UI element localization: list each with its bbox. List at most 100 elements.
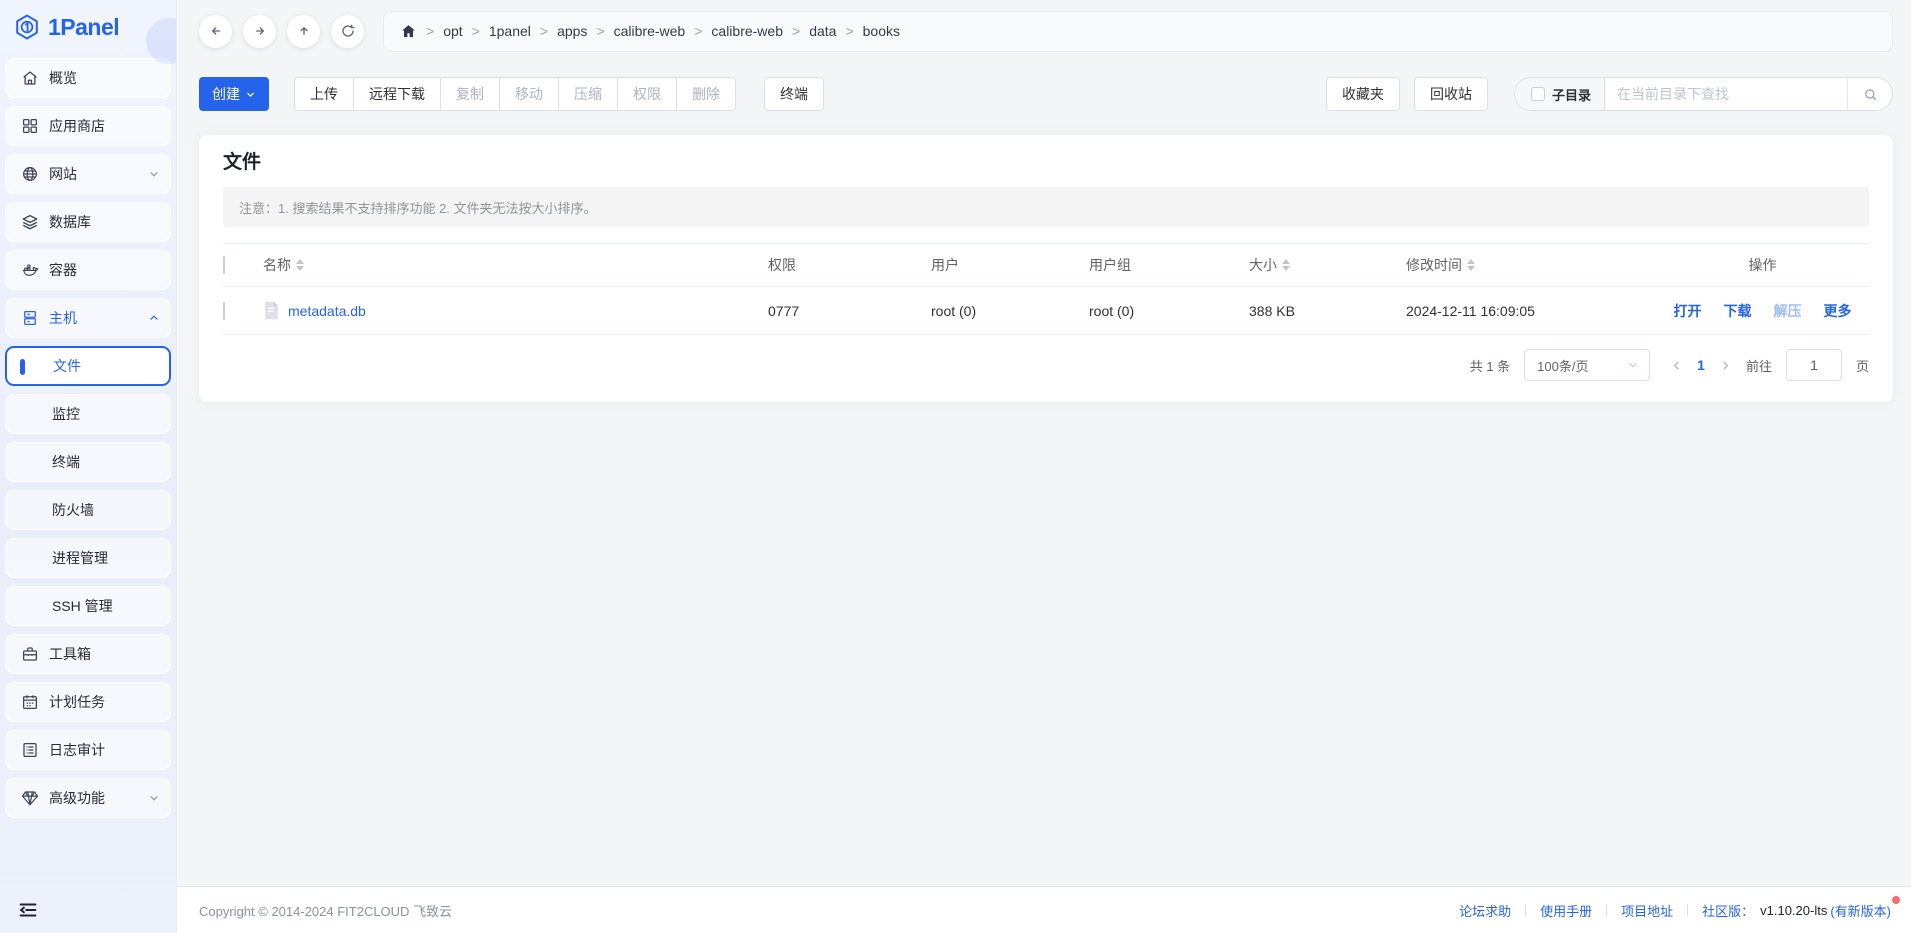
sidebar-item-toolbox[interactable]: 工具箱	[5, 634, 171, 674]
sidebar-item-database[interactable]: 数据库	[5, 202, 171, 242]
sidebar-subitem-ssh[interactable]: SSH 管理	[5, 586, 171, 626]
upload-button[interactable]: 上传	[294, 77, 354, 111]
sidebar-item-overview[interactable]: 概览	[5, 58, 171, 98]
forward-button[interactable]	[243, 15, 276, 48]
footer: Copyright © 2014-2024 FIT2CLOUD 飞致云 论坛求助…	[177, 886, 1911, 933]
permission-button: 权限	[617, 77, 677, 111]
subdirectory-checkbox[interactable]	[1531, 87, 1545, 101]
file-name-link[interactable]: metadata.db	[288, 303, 366, 319]
sidebar-subitem-terminal[interactable]: 终端	[5, 442, 171, 482]
open-action[interactable]: 打开	[1674, 301, 1702, 321]
chevron-left-icon	[1670, 359, 1683, 372]
file-group: root (0)	[1089, 303, 1249, 319]
row-actions: 打开 下载 解压 更多	[1656, 301, 1869, 321]
page-number-current[interactable]: 1	[1697, 357, 1705, 373]
project-link[interactable]: 项目地址	[1621, 901, 1673, 920]
move-button: 移动	[499, 77, 559, 111]
layers-icon	[21, 213, 39, 231]
sidebar-subitem-firewall[interactable]: 防火墙	[5, 490, 171, 530]
search-button[interactable]	[1847, 78, 1892, 110]
breadcrumb-segment[interactable]: opt	[443, 23, 462, 39]
sidebar-collapse-button[interactable]	[0, 887, 176, 933]
sidebar-subitem-monitor[interactable]: 监控	[5, 394, 171, 434]
breadcrumb-separator: >	[792, 23, 800, 39]
sidebar-item-logs[interactable]: 日志审计	[5, 730, 171, 770]
collapse-menu-icon	[17, 899, 39, 921]
new-version-link[interactable]: (有新版本)	[1830, 901, 1891, 920]
sort-by-name[interactable]: 名称	[263, 255, 304, 275]
file-icon	[263, 301, 280, 320]
sort-carets-icon	[296, 259, 304, 271]
breadcrumb-separator: >	[694, 23, 702, 39]
sidebar-item-cronjob[interactable]: 计划任务	[5, 682, 171, 722]
remote-download-button[interactable]: 远程下载	[353, 77, 441, 111]
page-size-value: 100条/页	[1537, 356, 1588, 375]
home-icon	[21, 69, 39, 87]
download-action[interactable]: 下载	[1724, 301, 1752, 321]
globe-icon	[21, 165, 39, 183]
recycle-bin-button[interactable]: 回收站	[1414, 77, 1488, 111]
up-directory-button[interactable]	[287, 15, 320, 48]
breadcrumb-segment[interactable]: apps	[557, 23, 587, 39]
row-checkbox[interactable]	[223, 302, 225, 320]
subdirectory-toggle[interactable]: 子目录	[1515, 78, 1605, 110]
sidebar-item-advanced[interactable]: 高级功能	[5, 778, 171, 818]
breadcrumb-segment[interactable]: data	[809, 23, 836, 39]
goto-label: 前往	[1746, 356, 1772, 375]
sidebar-item-label: 防火墙	[52, 500, 94, 520]
app-store-icon	[21, 117, 39, 135]
edition-label[interactable]: 社区版：	[1702, 901, 1754, 920]
divider	[1525, 904, 1526, 916]
terminal-button[interactable]: 终端	[764, 77, 824, 111]
goto-page-input[interactable]	[1786, 349, 1842, 381]
sidebar-item-app-store[interactable]: 应用商店	[5, 106, 171, 146]
server-icon	[21, 309, 39, 327]
prev-page-button	[1670, 359, 1683, 372]
sidebar-subitem-files[interactable]: 文件	[5, 346, 171, 386]
home-icon[interactable]	[400, 23, 417, 40]
file-modified-time: 2024-12-11 16:09:05	[1406, 303, 1656, 319]
chevron-down-icon	[148, 792, 160, 804]
sidebar-item-website[interactable]: 网站	[5, 154, 171, 194]
subdirectory-label: 子目录	[1552, 85, 1591, 104]
breadcrumb-segment[interactable]: 1panel	[489, 23, 531, 39]
refresh-icon	[340, 23, 356, 39]
toolbox-icon	[21, 645, 39, 663]
manual-link[interactable]: 使用手册	[1540, 901, 1592, 920]
pagination: 共 1 条 100条/页 1 前往 页	[223, 349, 1869, 381]
sidebar-item-label: 高级功能	[49, 788, 105, 808]
sidebar-item-container[interactable]: 容器	[5, 250, 171, 290]
sidebar-item-label: 工具箱	[49, 644, 91, 664]
notice-bar: 注意：1. 搜索结果不支持排序功能 2. 文件夹无法按大小排序。	[223, 187, 1869, 227]
arrow-left-icon	[208, 23, 224, 39]
file-user: root (0)	[931, 303, 1089, 319]
forum-help-link[interactable]: 论坛求助	[1459, 901, 1511, 920]
column-header-operations: 操作	[1656, 255, 1869, 275]
app-logo[interactable]: 1Panel	[0, 0, 176, 54]
notice-text: 注意：1. 搜索结果不支持排序功能 2. 文件夹无法按大小排序。	[239, 198, 597, 217]
more-action[interactable]: 更多	[1824, 301, 1852, 321]
breadcrumb-segment[interactable]: books	[863, 23, 900, 39]
favorites-button[interactable]: 收藏夹	[1326, 77, 1400, 111]
sidebar-item-host[interactable]: 主机	[5, 298, 171, 338]
file-actions-group: 上传 远程下载 复制 移动 压缩 权限 删除	[294, 77, 736, 111]
sidebar-item-label: 进程管理	[52, 548, 108, 568]
page-unit-label: 页	[1856, 356, 1869, 375]
sidebar-menu: 概览 应用商店 网站 数据库 容器	[0, 54, 176, 887]
breadcrumb-separator: >	[426, 23, 434, 39]
select-all-checkbox[interactable]	[223, 256, 225, 274]
next-page-button	[1719, 359, 1732, 372]
table-row: metadata.db 0777 root (0) root (0) 388 K…	[223, 287, 1869, 335]
back-button[interactable]	[199, 15, 232, 48]
total-count: 共 1 条	[1470, 356, 1510, 375]
search-input[interactable]	[1605, 78, 1847, 110]
sort-by-size[interactable]: 大小	[1249, 255, 1290, 275]
sidebar-subitem-process[interactable]: 进程管理	[5, 538, 171, 578]
sort-by-modified[interactable]: 修改时间	[1406, 255, 1475, 275]
breadcrumb-segment[interactable]: calibre-web	[711, 23, 783, 39]
refresh-button[interactable]	[331, 15, 364, 48]
page-size-select[interactable]: 100条/页	[1524, 349, 1650, 381]
create-button[interactable]: 创建	[199, 77, 269, 111]
breadcrumb-segment[interactable]: calibre-web	[614, 23, 686, 39]
column-header-user: 用户	[931, 255, 1089, 275]
